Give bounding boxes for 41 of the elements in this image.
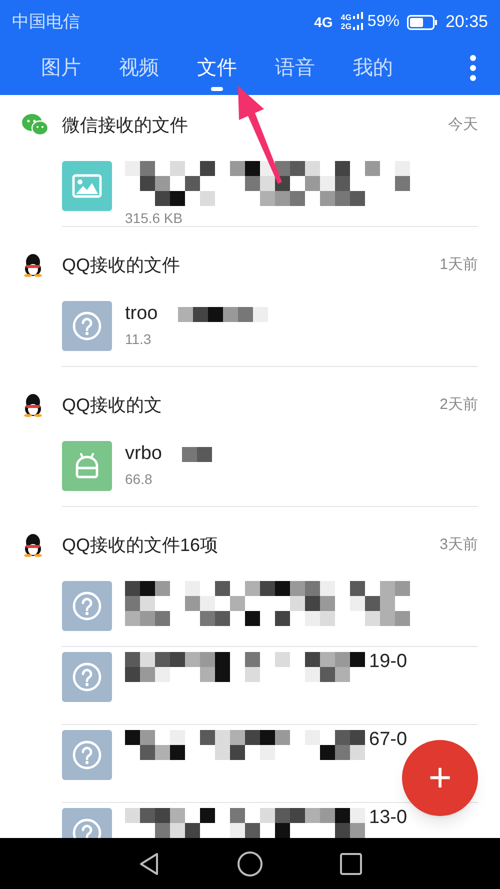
file-name: troo [125,302,158,326]
home-icon[interactable] [236,850,263,876]
section-title: QQ接收的文件16项 [62,534,220,556]
section-title: QQ接收的文件 [62,254,182,276]
robot-outline-icon [74,453,100,479]
network-label: 2G [340,22,352,31]
tab[interactable]: 语音 [256,44,334,95]
clock-time: 20:35 [445,11,488,34]
question-mark-icon [72,591,102,621]
question-mark-icon [72,662,102,692]
network-label: 4G [340,13,352,22]
file-name-fragment: 19-0 [369,650,408,674]
tab[interactable]: 我的 [334,44,412,95]
file-size: 66.8 [125,470,154,489]
file-size: 315.6 KB [125,209,184,228]
section-date: 今天 [448,114,478,135]
image-icon [72,174,102,198]
question-mark-icon [72,311,102,341]
penguin-icon [22,393,44,417]
question-mark-icon [72,740,102,770]
section-date: 1天前 [440,254,478,275]
back-icon[interactable] [138,852,160,876]
pixelated-text-drawing [182,446,212,462]
section-title: QQ接收的文 [62,394,164,416]
network-label: 4G [314,12,333,32]
chat-bubbles-icon [22,114,48,136]
signal-icon [353,12,364,32]
file-name: vrbo [125,442,162,466]
battery-percent: 59% [367,12,400,32]
section-date: 3天前 [440,534,478,555]
penguin-icon [22,253,44,277]
carrier-name: 中国电信 [12,11,80,34]
more-menu-icon[interactable] [468,54,478,80]
section-title: 微信接收的文件 [62,114,189,136]
section-date: 2天前 [440,394,478,415]
recents-icon[interactable] [340,852,362,874]
tab[interactable]: 图片 [22,44,100,95]
battery-icon [407,14,438,30]
tab[interactable]: 视频 [100,44,178,95]
penguin-icon [22,533,44,557]
file-size: 11.3 [125,330,152,349]
